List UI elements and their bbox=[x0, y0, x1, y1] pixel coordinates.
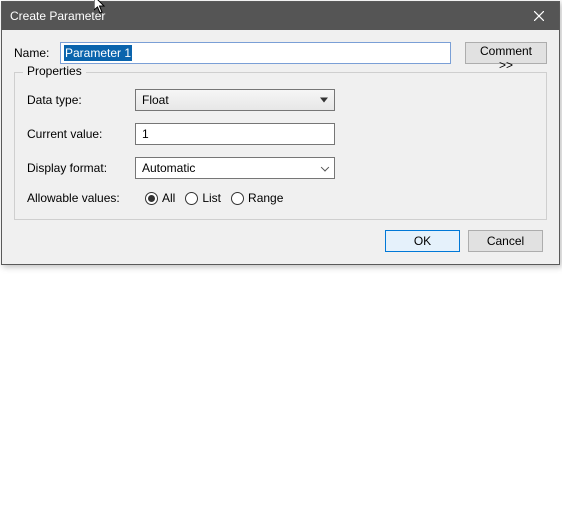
display-format-value: Automatic bbox=[142, 161, 195, 175]
allowable-values-row: Allowable values: All List Range bbox=[27, 191, 534, 205]
radio-list[interactable]: List bbox=[185, 191, 221, 205]
radio-icon bbox=[145, 192, 158, 205]
current-value-label: Current value: bbox=[27, 127, 135, 141]
allowable-values-label: Allowable values: bbox=[27, 191, 135, 205]
display-format-row: Display format: Automatic bbox=[27, 157, 534, 179]
cancel-button[interactable]: Cancel bbox=[468, 230, 543, 252]
properties-group: Properties Data type: Float Current valu… bbox=[14, 72, 547, 220]
data-type-row: Data type: Float bbox=[27, 89, 534, 111]
ok-button[interactable]: OK bbox=[385, 230, 460, 252]
display-format-label: Display format: bbox=[27, 161, 135, 175]
radio-icon bbox=[185, 192, 198, 205]
name-input-wrapper: Parameter 1 bbox=[60, 42, 451, 64]
data-type-dropdown[interactable]: Float bbox=[135, 89, 335, 111]
chevron-down-icon bbox=[320, 98, 328, 103]
close-icon bbox=[534, 11, 544, 21]
dialog-body: Name: Parameter 1 Comment >> Properties … bbox=[2, 30, 559, 264]
radio-icon bbox=[231, 192, 244, 205]
display-format-dropdown[interactable]: Automatic bbox=[135, 157, 335, 179]
name-input[interactable] bbox=[60, 42, 451, 64]
create-parameter-dialog: Create Parameter Name: Parameter 1 Comme… bbox=[1, 1, 560, 265]
name-row: Name: Parameter 1 Comment >> bbox=[14, 42, 547, 64]
chevron-down-icon bbox=[321, 163, 329, 171]
radio-all-label: All bbox=[162, 191, 175, 205]
current-value-row: Current value: bbox=[27, 123, 534, 145]
radio-all[interactable]: All bbox=[145, 191, 175, 205]
comment-button[interactable]: Comment >> bbox=[465, 42, 547, 64]
data-type-label: Data type: bbox=[27, 93, 135, 107]
data-type-value: Float bbox=[142, 93, 169, 107]
close-button[interactable] bbox=[519, 2, 559, 30]
radio-range[interactable]: Range bbox=[231, 191, 283, 205]
dialog-title: Create Parameter bbox=[10, 9, 519, 23]
radio-range-label: Range bbox=[248, 191, 283, 205]
current-value-input[interactable] bbox=[135, 123, 335, 145]
properties-legend: Properties bbox=[23, 64, 86, 78]
radio-list-label: List bbox=[202, 191, 221, 205]
name-label: Name: bbox=[14, 46, 54, 60]
dialog-footer: OK Cancel bbox=[14, 220, 547, 254]
titlebar: Create Parameter bbox=[2, 2, 559, 30]
